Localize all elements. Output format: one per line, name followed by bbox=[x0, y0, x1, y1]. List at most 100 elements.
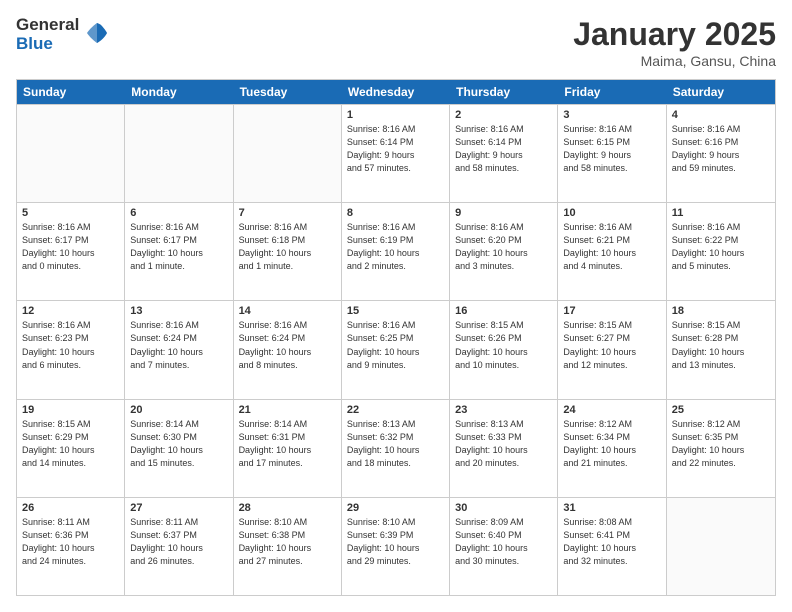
day-info: Sunrise: 8:16 AM Sunset: 6:20 PM Dayligh… bbox=[455, 221, 552, 273]
calendar-header-cell: Friday bbox=[558, 80, 666, 104]
calendar-cell: 14 Sunrise: 8:16 AM Sunset: 6:24 PM Dayli… bbox=[234, 301, 342, 398]
day-info: Sunrise: 8:16 AM Sunset: 6:17 PM Dayligh… bbox=[130, 221, 227, 273]
day-info: Sunrise: 8:16 AM Sunset: 6:22 PM Dayligh… bbox=[672, 221, 770, 273]
day-number: 24 bbox=[563, 404, 660, 416]
day-number: 16 bbox=[455, 305, 552, 317]
calendar-cell bbox=[667, 498, 775, 595]
day-number: 15 bbox=[347, 305, 444, 317]
day-number: 3 bbox=[563, 109, 660, 121]
day-info: Sunrise: 8:13 AM Sunset: 6:33 PM Dayligh… bbox=[455, 418, 552, 470]
day-number: 18 bbox=[672, 305, 770, 317]
month-title: January 2025 bbox=[573, 16, 776, 53]
day-number: 28 bbox=[239, 502, 336, 514]
day-info: Sunrise: 8:16 AM Sunset: 6:25 PM Dayligh… bbox=[347, 319, 444, 371]
day-number: 14 bbox=[239, 305, 336, 317]
calendar-week-row: 19Sunrise: 8:15 AM Sunset: 6:29 PM Dayli… bbox=[17, 399, 775, 497]
calendar-cell: 8 Sunrise: 8:16 AM Sunset: 6:19 PM Daylig… bbox=[342, 203, 450, 300]
calendar-week-row: 12 Sunrise: 8:16 AM Sunset: 6:23 PM Dayli… bbox=[17, 300, 775, 398]
calendar-header-cell: Wednesday bbox=[342, 80, 450, 104]
day-info: Sunrise: 8:16 AM Sunset: 6:19 PM Dayligh… bbox=[347, 221, 444, 273]
calendar-cell: 5 Sunrise: 8:16 AM Sunset: 6:17 PM Daylig… bbox=[17, 203, 125, 300]
day-info: Sunrise: 8:16 AM Sunset: 6:15 PM Dayligh… bbox=[563, 123, 660, 175]
day-info: Sunrise: 8:16 AM Sunset: 6:17 PM Dayligh… bbox=[22, 221, 119, 273]
day-info: Sunrise: 8:11 AM Sunset: 6:37 PM Dayligh… bbox=[130, 516, 227, 568]
calendar-cell bbox=[17, 105, 125, 202]
day-number: 10 bbox=[563, 207, 660, 219]
calendar-week-row: 1 Sunrise: 8:16 AM Sunset: 6:14 PM Daylig… bbox=[17, 104, 775, 202]
logo-icon bbox=[83, 19, 111, 47]
day-number: 7 bbox=[239, 207, 336, 219]
day-info: Sunrise: 8:10 AM Sunset: 6:38 PM Dayligh… bbox=[239, 516, 336, 568]
calendar-cell: 27 Sunrise: 8:11 AM Sunset: 6:37 PM Dayli… bbox=[125, 498, 233, 595]
calendar-cell: 19Sunrise: 8:15 AM Sunset: 6:29 PM Dayli… bbox=[17, 400, 125, 497]
day-info: Sunrise: 8:15 AM Sunset: 6:28 PM Dayligh… bbox=[672, 319, 770, 371]
logo-general: General bbox=[16, 16, 79, 35]
day-number: 29 bbox=[347, 502, 444, 514]
calendar-cell: 3 Sunrise: 8:16 AM Sunset: 6:15 PM Daylig… bbox=[558, 105, 666, 202]
day-number: 6 bbox=[130, 207, 227, 219]
day-number: 26 bbox=[22, 502, 119, 514]
day-info: Sunrise: 8:15 AM Sunset: 6:29 PM Dayligh… bbox=[22, 418, 119, 470]
location: Maima, Gansu, China bbox=[573, 53, 776, 69]
calendar-cell: 13Sunrise: 8:16 AM Sunset: 6:24 PM Dayli… bbox=[125, 301, 233, 398]
calendar-cell: 25Sunrise: 8:12 AM Sunset: 6:35 PM Dayli… bbox=[667, 400, 775, 497]
day-number: 30 bbox=[455, 502, 552, 514]
day-info: Sunrise: 8:16 AM Sunset: 6:21 PM Dayligh… bbox=[563, 221, 660, 273]
day-info: Sunrise: 8:13 AM Sunset: 6:32 PM Dayligh… bbox=[347, 418, 444, 470]
day-number: 2 bbox=[455, 109, 552, 121]
calendar-cell bbox=[125, 105, 233, 202]
day-number: 22 bbox=[347, 404, 444, 416]
day-info: Sunrise: 8:16 AM Sunset: 6:14 PM Dayligh… bbox=[347, 123, 444, 175]
calendar-cell: 2Sunrise: 8:16 AM Sunset: 6:14 PM Daylig… bbox=[450, 105, 558, 202]
calendar-header-cell: Thursday bbox=[450, 80, 558, 104]
calendar-cell: 26 Sunrise: 8:11 AM Sunset: 6:36 PM Dayli… bbox=[17, 498, 125, 595]
calendar-header-cell: Monday bbox=[125, 80, 233, 104]
day-info: Sunrise: 8:15 AM Sunset: 6:27 PM Dayligh… bbox=[563, 319, 660, 371]
calendar-cell: 10 Sunrise: 8:16 AM Sunset: 6:21 PM Dayli… bbox=[558, 203, 666, 300]
day-number: 27 bbox=[130, 502, 227, 514]
calendar-cell: 24Sunrise: 8:12 AM Sunset: 6:34 PM Dayli… bbox=[558, 400, 666, 497]
day-number: 12 bbox=[22, 305, 119, 317]
calendar-cell: 4Sunrise: 8:16 AM Sunset: 6:16 PM Daylig… bbox=[667, 105, 775, 202]
calendar-cell: 21 Sunrise: 8:14 AM Sunset: 6:31 PM Dayli… bbox=[234, 400, 342, 497]
calendar-cell: 1 Sunrise: 8:16 AM Sunset: 6:14 PM Daylig… bbox=[342, 105, 450, 202]
calendar-header-row: SundayMondayTuesdayWednesdayThursdayFrid… bbox=[17, 80, 775, 104]
day-number: 23 bbox=[455, 404, 552, 416]
day-number: 5 bbox=[22, 207, 119, 219]
day-number: 25 bbox=[672, 404, 770, 416]
day-info: Sunrise: 8:16 AM Sunset: 6:18 PM Dayligh… bbox=[239, 221, 336, 273]
calendar-header-cell: Tuesday bbox=[234, 80, 342, 104]
calendar-cell: 15 Sunrise: 8:16 AM Sunset: 6:25 PM Dayli… bbox=[342, 301, 450, 398]
day-info: Sunrise: 8:08 AM Sunset: 6:41 PM Dayligh… bbox=[563, 516, 660, 568]
day-info: Sunrise: 8:16 AM Sunset: 6:16 PM Dayligh… bbox=[672, 123, 770, 175]
day-number: 13 bbox=[130, 305, 227, 317]
day-info: Sunrise: 8:11 AM Sunset: 6:36 PM Dayligh… bbox=[22, 516, 119, 568]
day-number: 1 bbox=[347, 109, 444, 121]
day-info: Sunrise: 8:16 AM Sunset: 6:23 PM Dayligh… bbox=[22, 319, 119, 371]
calendar-cell: 7 Sunrise: 8:16 AM Sunset: 6:18 PM Daylig… bbox=[234, 203, 342, 300]
day-info: Sunrise: 8:09 AM Sunset: 6:40 PM Dayligh… bbox=[455, 516, 552, 568]
calendar-cell: 9 Sunrise: 8:16 AM Sunset: 6:20 PM Daylig… bbox=[450, 203, 558, 300]
day-info: Sunrise: 8:14 AM Sunset: 6:31 PM Dayligh… bbox=[239, 418, 336, 470]
calendar-cell: 28 Sunrise: 8:10 AM Sunset: 6:38 PM Dayli… bbox=[234, 498, 342, 595]
calendar-header-cell: Sunday bbox=[17, 80, 125, 104]
title-block: January 2025 Maima, Gansu, China bbox=[573, 16, 776, 69]
day-number: 11 bbox=[672, 207, 770, 219]
day-number: 9 bbox=[455, 207, 552, 219]
calendar-cell: 22 Sunrise: 8:13 AM Sunset: 6:32 PM Dayli… bbox=[342, 400, 450, 497]
day-number: 8 bbox=[347, 207, 444, 219]
calendar-cell: 29Sunrise: 8:10 AM Sunset: 6:39 PM Dayli… bbox=[342, 498, 450, 595]
calendar-cell: 31Sunrise: 8:08 AM Sunset: 6:41 PM Dayli… bbox=[558, 498, 666, 595]
calendar-cell: 16Sunrise: 8:15 AM Sunset: 6:26 PM Dayli… bbox=[450, 301, 558, 398]
day-info: Sunrise: 8:16 AM Sunset: 6:24 PM Dayligh… bbox=[239, 319, 336, 371]
logo: General Blue bbox=[16, 16, 111, 53]
calendar-cell: 20Sunrise: 8:14 AM Sunset: 6:30 PM Dayli… bbox=[125, 400, 233, 497]
calendar-cell: 17 Sunrise: 8:15 AM Sunset: 6:27 PM Dayli… bbox=[558, 301, 666, 398]
day-number: 21 bbox=[239, 404, 336, 416]
calendar-cell: 18 Sunrise: 8:15 AM Sunset: 6:28 PM Dayli… bbox=[667, 301, 775, 398]
calendar-week-row: 5 Sunrise: 8:16 AM Sunset: 6:17 PM Daylig… bbox=[17, 202, 775, 300]
calendar-body: 1 Sunrise: 8:16 AM Sunset: 6:14 PM Daylig… bbox=[17, 104, 775, 595]
day-info: Sunrise: 8:14 AM Sunset: 6:30 PM Dayligh… bbox=[130, 418, 227, 470]
calendar-header-cell: Saturday bbox=[667, 80, 775, 104]
day-number: 17 bbox=[563, 305, 660, 317]
